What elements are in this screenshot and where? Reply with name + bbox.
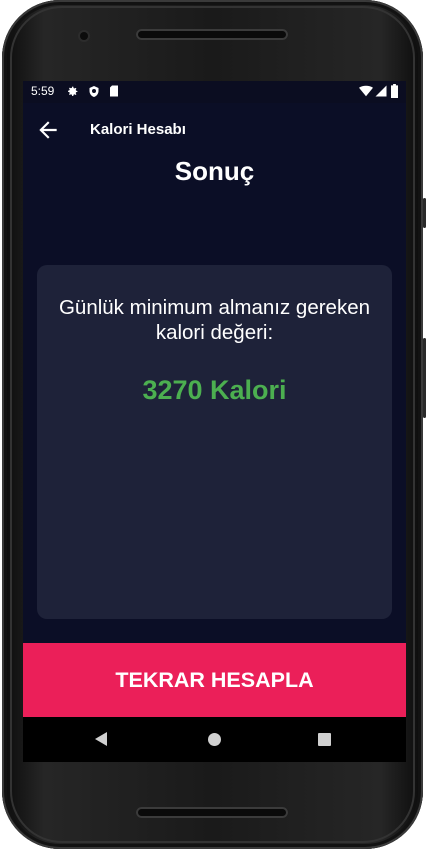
top-speaker — [136, 29, 288, 40]
status-bar: 5:59 — [23, 81, 406, 103]
wifi-icon — [359, 85, 373, 97]
nav-recents-icon[interactable] — [318, 733, 331, 746]
front-camera — [80, 32, 88, 40]
calorie-value: 3270 Kalori — [142, 375, 287, 405]
arrow-back-icon[interactable] — [35, 117, 61, 143]
settings-icon — [68, 86, 78, 96]
sd-card-icon — [110, 85, 118, 97]
shield-icon — [89, 86, 99, 97]
nav-back-icon[interactable] — [95, 732, 107, 746]
recalculate-button[interactable]: TEKRAR HESAPLA — [23, 643, 406, 717]
signal-icon — [375, 85, 387, 97]
result-label: Günlük minimum almanız gereken kalori de… — [58, 296, 371, 344]
bottom-speaker — [136, 807, 288, 818]
status-time: 5:59 — [31, 84, 55, 98]
phone-power-button — [423, 198, 426, 228]
app-bar-title: Kalori Hesabı — [90, 121, 186, 138]
navigation-bar — [23, 717, 406, 762]
phone-volume-button — [423, 338, 426, 418]
page-title: Sonuç — [174, 156, 255, 186]
battery-icon — [391, 84, 398, 98]
app-bar: Kalori Hesabı — [23, 103, 406, 157]
app-screen: 5:59 Kalori Hesabı Sonuç Günlük minimum … — [23, 81, 406, 762]
result-card: Günlük minimum almanız gereken kalori de… — [37, 265, 392, 619]
nav-home-icon[interactable] — [208, 733, 221, 746]
